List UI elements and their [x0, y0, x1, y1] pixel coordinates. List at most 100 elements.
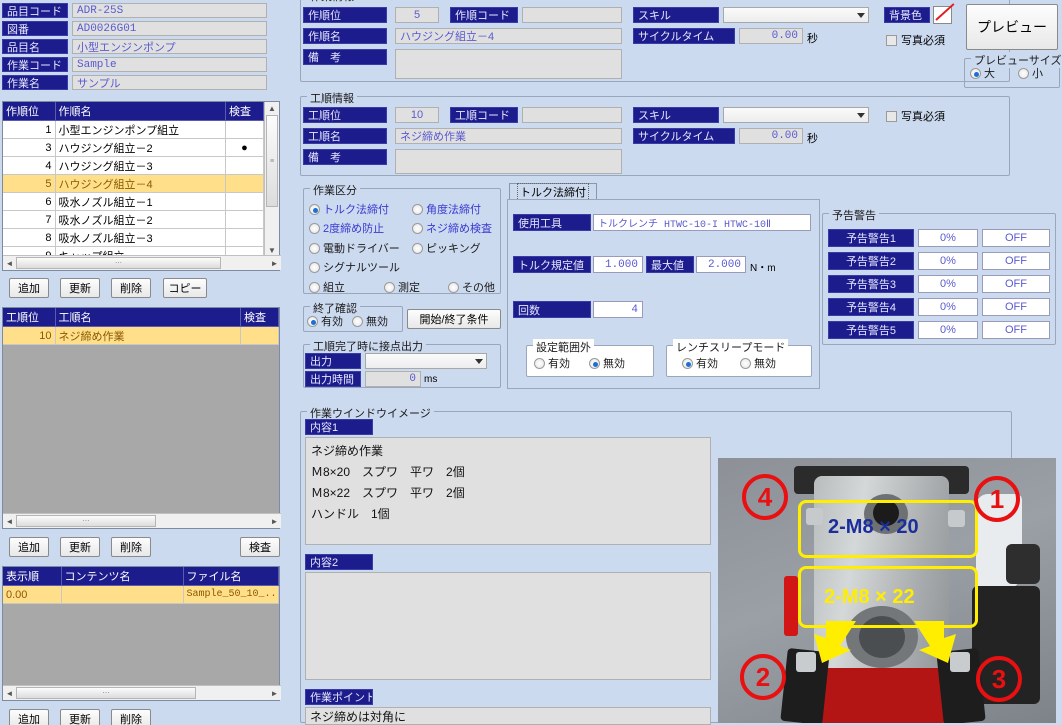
work-delete-button[interactable]: 削除	[111, 278, 151, 298]
table-row-selected[interactable]: 0.00 Sample_50_10_...	[3, 585, 279, 604]
field-torque-count[interactable]: 4	[593, 301, 643, 318]
field-process-order-pos[interactable]: 10	[395, 107, 439, 123]
field-warning-1-state[interactable]: OFF	[982, 229, 1050, 247]
work-photo-preview[interactable]: 2-M8 × 20 2-M8 × 22 4 1 2 3	[718, 458, 1056, 723]
radio-work-type-screw-inspect[interactable]: ネジ締め検査	[412, 220, 492, 236]
field-work-code[interactable]: Sample	[72, 57, 267, 72]
field-item-name[interactable]: 小型エンジンポンプ	[72, 39, 267, 54]
field-output-time[interactable]: 0	[365, 371, 421, 387]
radio-end-confirm-enabled[interactable]: 有効	[307, 313, 343, 329]
table-row[interactable]: 7 吸水ノズル組立－2	[3, 210, 264, 229]
scroll-right-icon[interactable]: ►	[268, 257, 281, 270]
field-tool[interactable]: トルクレンチ HTWC-10-I HTWC-10Ⅱ	[593, 214, 811, 231]
field-work-cycle-time[interactable]: 0.00	[739, 28, 803, 44]
field-warning-2-percent[interactable]: 0%	[918, 252, 978, 270]
work-order-grid[interactable]: 作順位 作順名 検査 1 小型エンジンポンプ組立 3 ハウジング組立－2 ● 4 ハウジ…	[2, 101, 281, 271]
field-drawing-no[interactable]: AD0026G01	[72, 21, 267, 36]
radio-work-type-torque[interactable]: トルク法締付	[309, 201, 389, 217]
content-delete-button[interactable]: 削除	[111, 709, 151, 725]
radio-preview-size-small[interactable]: 小	[1018, 65, 1043, 81]
table-row[interactable]: 6 吸水ノズル組立－1	[3, 192, 264, 211]
horizontal-scrollbar[interactable]: ◄ ⋯ ►	[3, 255, 281, 270]
process-delete-button[interactable]: 削除	[111, 537, 151, 557]
field-torque-spec[interactable]: 1.000	[593, 256, 643, 273]
table-row-selected[interactable]: 10 ネジ締め作業	[3, 326, 279, 345]
select-output[interactable]	[365, 353, 487, 369]
radio-end-confirm-disabled[interactable]: 無効	[352, 313, 388, 329]
field-warning-5-percent[interactable]: 0%	[918, 321, 978, 339]
field-work-name[interactable]: サンプル	[72, 75, 267, 90]
field-process-remark[interactable]	[395, 149, 622, 174]
preview-button[interactable]: プレビュー	[966, 4, 1058, 50]
field-process-cycle-time[interactable]: 0.00	[739, 128, 803, 144]
content-add-button[interactable]: 追加	[9, 709, 49, 725]
field-work-point[interactable]: ネジ締めは対角に	[305, 707, 711, 725]
radio-out-of-range-enabled[interactable]: 有効	[534, 355, 570, 371]
tab-torque-method[interactable]: トルク法締付	[509, 182, 597, 201]
field-work-order-pos[interactable]: 5	[395, 7, 439, 23]
work-update-button[interactable]: 更新	[60, 278, 100, 298]
field-torque-max[interactable]: 2.000	[696, 256, 746, 273]
process-inspect-button[interactable]: 検査	[240, 537, 280, 557]
table-row[interactable]: 4 ハウジング組立－3	[3, 156, 264, 175]
work-copy-button[interactable]: コピー	[163, 278, 207, 298]
table-row[interactable]: 1 小型エンジンポンプ組立	[3, 120, 264, 139]
bgcolor-swatch-button[interactable]	[933, 6, 952, 24]
checkbox-work-photo-required[interactable]: 写真必須	[886, 32, 945, 48]
field-content2[interactable]	[305, 572, 711, 680]
content-update-button[interactable]: 更新	[60, 709, 100, 725]
radio-work-type-signal-tool[interactable]: シグナルツール	[309, 259, 400, 275]
radio-work-type-double-prevent[interactable]: 2度締め防止	[309, 220, 384, 236]
scroll-left-icon[interactable]: ◄	[3, 687, 16, 700]
process-update-button[interactable]: 更新	[60, 537, 100, 557]
field-content1[interactable]: ネジ締め作業 Ｍ8×20 スプワ 平ワ 2個 Ｍ8×22 スプワ 平ワ 2個 ハ…	[305, 437, 711, 545]
table-row[interactable]: 9キャップ組立	[3, 246, 264, 255]
scroll-thumb-h[interactable]: ⋯	[16, 257, 221, 269]
process-add-button[interactable]: 追加	[9, 537, 49, 557]
vertical-scrollbar[interactable]: ▲ ≡ ▼	[264, 102, 279, 257]
field-process-order-code[interactable]	[522, 107, 622, 123]
scroll-thumb[interactable]: ≡	[266, 115, 278, 207]
table-row[interactable]: 8 吸水ノズル組立－3	[3, 228, 264, 247]
radio-work-type-measure[interactable]: 測定	[384, 279, 420, 295]
field-work-order-code[interactable]	[522, 7, 622, 23]
field-warning-3-state[interactable]: OFF	[982, 275, 1050, 293]
scroll-thumb-h[interactable]: ⋯	[16, 687, 196, 699]
field-work-remark[interactable]	[395, 49, 622, 79]
radio-work-type-assembly[interactable]: 組立	[309, 279, 345, 295]
radio-work-type-other[interactable]: その他	[448, 279, 495, 295]
field-warning-2-state[interactable]: OFF	[982, 252, 1050, 270]
radio-work-type-electric-driver[interactable]: 電動ドライバー	[309, 240, 400, 256]
radio-out-of-range-disabled[interactable]: 無効	[589, 355, 625, 371]
scroll-right-icon[interactable]: ►	[268, 515, 281, 528]
field-warning-4-percent[interactable]: 0%	[918, 298, 978, 316]
field-item-code[interactable]: ADR-25S	[72, 3, 267, 18]
start-end-condition-button[interactable]: 開始/終了条件	[407, 309, 501, 329]
horizontal-scrollbar[interactable]: ◄ ⋯ ►	[3, 513, 281, 528]
scroll-right-icon[interactable]: ►	[268, 687, 281, 700]
scroll-left-icon[interactable]: ◄	[3, 515, 16, 528]
table-row-selected[interactable]: 5 ハウジング組立－4	[3, 174, 264, 193]
field-process-order-name[interactable]: ネジ締め作業	[395, 128, 622, 144]
select-process-skill[interactable]	[723, 107, 869, 123]
radio-sleep-enabled[interactable]: 有効	[682, 355, 718, 371]
work-add-button[interactable]: 追加	[9, 278, 49, 298]
radio-work-type-picking[interactable]: ピッキング	[412, 240, 481, 256]
field-warning-3-percent[interactable]: 0%	[918, 275, 978, 293]
radio-sleep-disabled[interactable]: 無効	[740, 355, 776, 371]
field-warning-5-state[interactable]: OFF	[982, 321, 1050, 339]
field-warning-4-state[interactable]: OFF	[982, 298, 1050, 316]
field-work-order-name[interactable]: ハウジング組立－4	[395, 28, 622, 44]
contents-grid[interactable]: 表示順 コンテンツ名 ファイル名 0.00 Sample_50_10_... ◄…	[2, 566, 281, 701]
scroll-thumb-h[interactable]: ⋯	[16, 515, 156, 527]
horizontal-scrollbar[interactable]: ◄ ⋯ ►	[3, 685, 281, 700]
radio-work-type-angle[interactable]: 角度法締付	[412, 201, 481, 217]
table-row[interactable]: 3 ハウジング組立－2 ●	[3, 138, 264, 157]
scroll-left-icon[interactable]: ◄	[3, 257, 16, 270]
process-order-grid[interactable]: 工順位 工順名 検査 10 ネジ締め作業 ◄ ⋯ ►	[2, 307, 281, 529]
radio-preview-size-large[interactable]: 大	[970, 65, 995, 81]
checkbox-process-photo-required[interactable]: 写真必須	[886, 108, 945, 124]
select-work-skill[interactable]	[723, 7, 869, 23]
field-warning-1-percent[interactable]: 0%	[918, 229, 978, 247]
scroll-up-icon[interactable]: ▲	[266, 102, 279, 115]
